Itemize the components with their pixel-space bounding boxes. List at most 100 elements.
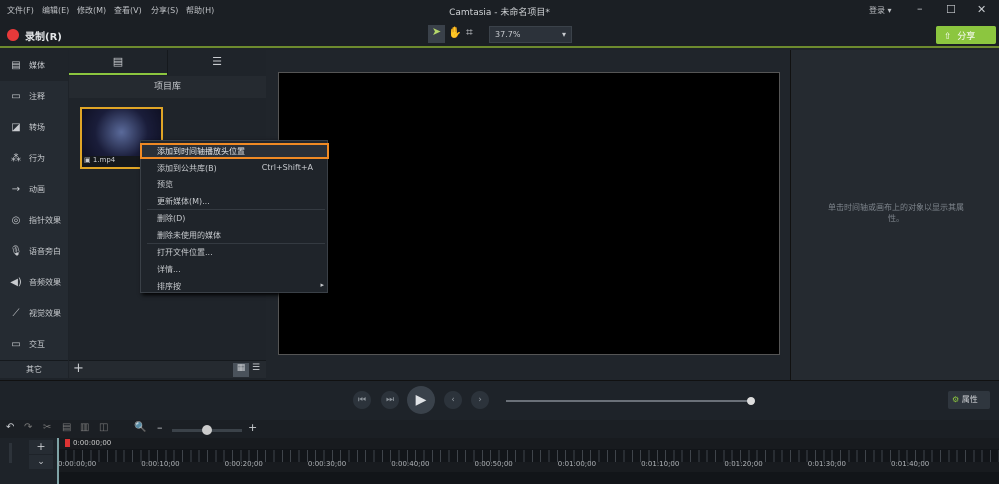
minimize-icon[interactable]: – — [917, 2, 923, 15]
maximize-icon[interactable]: ☐ — [946, 3, 956, 16]
add-media-button[interactable]: + — [73, 361, 84, 377]
zoom-in-icon[interactable]: + — [248, 421, 257, 434]
label: 转场 — [29, 123, 45, 132]
previous-marker-icon[interactable]: ‹ — [444, 391, 462, 409]
annotation-icon: ▭ — [11, 91, 21, 102]
record-button[interactable]: 录制(R) — [25, 28, 62, 43]
video-icon: ▣ — [84, 156, 91, 164]
track-controls: + ⌄ — [0, 438, 57, 484]
sidebar-item-media[interactable]: ▤ 媒体 — [0, 50, 68, 81]
sidebar-more-button[interactable]: 其它 — [0, 360, 68, 378]
track-height-slider[interactable] — [9, 443, 12, 463]
crop-tool-icon[interactable]: ⌗ — [466, 25, 473, 40]
step-back-icon[interactable]: ⏮ — [353, 391, 371, 409]
add-track-button[interactable]: + — [29, 440, 53, 454]
menu-item-update-media[interactable]: 更新媒体(M)... — [157, 196, 210, 207]
menu-item-preview[interactable]: 预览 — [157, 179, 173, 190]
tab-media-grid[interactable]: ▤ — [69, 50, 167, 75]
pan-tool-icon[interactable]: ✋ — [448, 26, 462, 39]
gear-icon: ⚙ — [952, 395, 960, 404]
sidebar-item-annotations[interactable]: ▭ 注释 — [0, 81, 68, 112]
label: 注释 — [29, 92, 45, 101]
record-icon[interactable] — [7, 29, 19, 41]
sidebar-item-transitions[interactable]: ◪ 转场 — [0, 112, 68, 143]
redo-icon[interactable]: ↷ — [24, 422, 32, 433]
sidebar-item-behaviors[interactable]: ⁂ 行为 — [0, 143, 68, 174]
ruler-tick-label: 0:01:30;00 — [807, 460, 846, 468]
grid-view-icon[interactable]: ▦ — [233, 363, 249, 377]
label: 动画 — [29, 185, 45, 194]
menu-item-delete[interactable]: 删除(D) — [157, 213, 185, 224]
sidebar-item-animations[interactable]: → 动画 — [0, 174, 68, 205]
list-icon: ☰ — [212, 55, 222, 68]
ruler-labels — [57, 462, 999, 472]
menu-item-details[interactable]: 详情... — [157, 264, 181, 275]
paste-icon[interactable]: ▥ — [80, 422, 89, 433]
sidebar-item-interactivity[interactable]: ▭ 交互 — [0, 329, 68, 360]
share-button[interactable]: ⇧ 分享 — [936, 26, 996, 44]
transition-icon: ◪ — [11, 122, 21, 133]
zoom-out-icon[interactable]: – — [157, 421, 163, 434]
copy-icon[interactable]: ▤ — [62, 422, 71, 433]
step-forward-icon[interactable]: ⏭ — [381, 391, 399, 409]
list-view-icon[interactable]: ☰ — [252, 363, 260, 373]
scrub-bar[interactable] — [506, 400, 751, 402]
label: 行为 — [29, 154, 45, 163]
label: 指针效果 — [29, 216, 61, 225]
cursor-icon: ◎ — [11, 215, 21, 226]
shortcut: Ctrl+Shift+A — [261, 163, 313, 172]
properties-panel: 单击时间轴或画布上的对象以显示其属性。 — [790, 50, 999, 380]
cut-icon[interactable]: ✂ — [43, 422, 51, 433]
ruler-tick-label: 0:00:10;00 — [141, 460, 180, 468]
ruler-ticks — [57, 450, 999, 462]
scrub-handle[interactable] — [747, 397, 755, 405]
select-tool-icon[interactable]: ➤ — [428, 25, 445, 43]
toolbar: 录制(R) ➤ ✋ ⌗ 37.7% ▾ ⇧ 分享 — [0, 21, 999, 48]
play-icon[interactable]: ▶ — [407, 386, 435, 414]
ruler-tick-label: 0:00:30;00 — [307, 460, 347, 468]
ruler-tick-label: 0:01:20;00 — [724, 460, 763, 468]
menu-item-delete-unused[interactable]: 删除未使用的媒体 — [157, 230, 221, 241]
timeline-toolbar: ↶ ↷ ✂ ▤ ▥ ◫ 🔍 – + — [0, 420, 999, 438]
animation-icon: → — [11, 184, 21, 195]
label: 语音旁白 — [29, 247, 61, 256]
magic-wand-icon: ⟋ — [12, 308, 20, 319]
ruler-tick-label: 0:01:40;00 — [891, 460, 930, 468]
menu-item-add-to-timeline[interactable]: 添加到时间轴播放头位置 — [157, 146, 245, 157]
separator — [147, 243, 325, 244]
playback-bar: ⏮ ⏭ ▶ ‹ › ⚙ 属性 — [0, 380, 999, 420]
menu-item-add-to-library[interactable]: 添加到公共库(B) — [157, 163, 217, 174]
sidebar-item-cursor-effects[interactable]: ◎ 指针效果 — [0, 205, 68, 236]
chevron-down-icon: ▾ — [561, 30, 566, 39]
sidebar-item-visual-effects[interactable]: ⟋ 视觉效果 — [0, 298, 68, 329]
timeline: 0:00:00;00 — [57, 438, 999, 484]
speaker-icon: ◀) — [10, 277, 22, 288]
separator — [147, 209, 325, 210]
chevron-down-icon[interactable]: ⌄ — [29, 455, 53, 469]
ruler-tick-label: 0:01:10;00 — [641, 460, 680, 468]
login-button[interactable]: 登录 ▾ — [869, 5, 892, 16]
sidebar-item-audio-effects[interactable]: ◀) 音频效果 — [0, 267, 68, 298]
close-icon[interactable]: ✕ — [977, 3, 986, 16]
split-icon[interactable]: ◫ — [99, 422, 108, 433]
ruler-tick-label: 0:00:40;00 — [391, 460, 430, 468]
preview-canvas[interactable] — [278, 72, 780, 355]
menu-item-open-file-location[interactable]: 打开文件位置... — [157, 247, 213, 258]
menu-item-sort-by[interactable]: 排序按 — [157, 281, 181, 292]
undo-icon[interactable]: ↶ — [6, 422, 14, 433]
playhead-time: 0:00:00;00 — [73, 439, 112, 447]
sidebar: ▤ 媒体 ▭ 注释 ◪ 转场 ⁂ 行为 → 动画 ◎ 指针效果 🎙 语音旁白 ◀) 音频效果 ⟋… — [0, 50, 68, 378]
sidebar-item-voice-narration[interactable]: 🎙 语音旁白 — [0, 236, 68, 267]
timeline-zoom-handle[interactable] — [202, 425, 212, 435]
zoom-dropdown[interactable]: 37.7% ▾ — [489, 26, 572, 43]
playhead-marker[interactable] — [65, 439, 70, 447]
ruler-tick-label: 0:00:20;00 — [224, 460, 263, 468]
tab-media-list[interactable]: ☰ — [167, 50, 266, 75]
interactive-icon: ▭ — [11, 339, 21, 350]
clip-name: 1.mp4 — [92, 156, 116, 164]
label: 属性 — [961, 395, 978, 404]
film-icon: ▤ — [112, 55, 124, 68]
next-marker-icon[interactable]: › — [471, 391, 489, 409]
properties-button[interactable]: ⚙ 属性 — [948, 391, 990, 409]
playhead-bar — [57, 438, 999, 449]
